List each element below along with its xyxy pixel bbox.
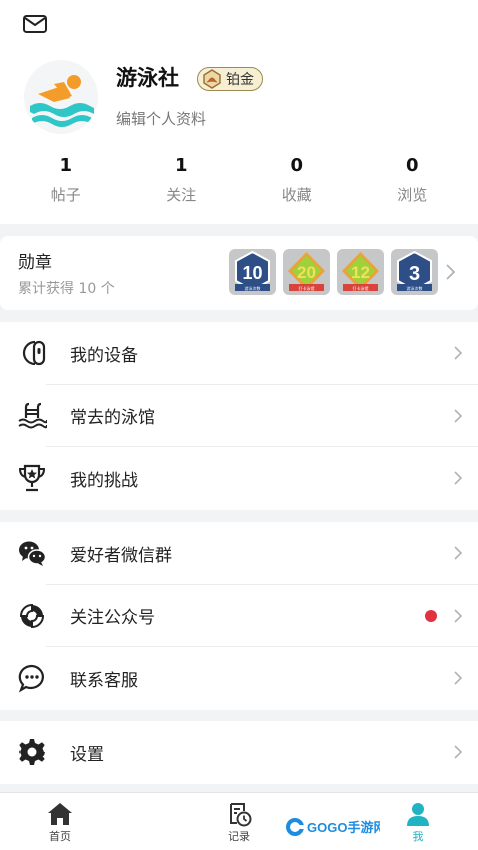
badge-list: 10 游泳次数 20 打卡泳馆 12 打卡泳馆 3 游泳次数: [229, 249, 438, 295]
nav-home[interactable]: 首页: [30, 801, 90, 844]
chevron-right-icon: [454, 346, 463, 360]
official-account-icon: [17, 601, 47, 631]
stat-label: 收藏: [281, 186, 312, 204]
menu-group-devices: 我的设备 常去的泳馆 我的挑战: [0, 322, 478, 510]
chevron-right-icon: [454, 471, 463, 485]
avatar[interactable]: [24, 60, 98, 134]
medal-icon: [203, 69, 221, 89]
badges-card[interactable]: 勋章 累计获得 10 个 10 游泳次数 20 打卡泳馆 12 打卡泳馆 3 游…: [0, 236, 478, 310]
badges-count: 累计获得 10 个: [18, 281, 115, 297]
stat-posts[interactable]: 1 帖子: [8, 152, 124, 205]
badge-swim-count-3[interactable]: 3 游泳次数: [391, 249, 438, 295]
home-icon: [48, 803, 72, 825]
device-icon: [17, 338, 47, 368]
mail-icon[interactable]: [22, 12, 48, 36]
stat-favorites[interactable]: 0 收藏: [239, 152, 355, 205]
badge-value: 12: [351, 263, 370, 282]
nickname: 游泳社: [116, 66, 179, 90]
badge-value: 20: [297, 263, 316, 282]
stat-value: 1: [59, 155, 73, 176]
nav-me[interactable]: 我: [388, 801, 448, 844]
nav-label: 记录: [228, 830, 250, 843]
menu-item-wechat-group[interactable]: 爱好者微信群: [0, 522, 478, 585]
nav-label: 我: [412, 830, 424, 843]
level-label: 铂金: [226, 72, 254, 88]
stat-label: 帖子: [50, 186, 81, 204]
stat-following[interactable]: 1 关注: [124, 152, 240, 205]
menu-item-official-account[interactable]: 关注公众号: [0, 585, 478, 647]
nav-record[interactable]: 记录: [209, 801, 269, 844]
stat-label: 关注: [166, 186, 197, 204]
edit-profile-link[interactable]: 编辑个人资料: [116, 108, 206, 129]
chevron-right-icon: [454, 671, 463, 685]
badge-value: 3: [409, 263, 420, 285]
stat-value: 0: [405, 155, 419, 176]
swimmer-icon: [24, 60, 98, 134]
menu-item-label: 我的设备: [70, 345, 138, 366]
menu-item-label: 关注公众号: [70, 608, 155, 629]
nav-label: 首页: [49, 830, 71, 843]
badge-caption: 游泳次数: [245, 285, 261, 291]
menu-item-customer-service[interactable]: 联系客服: [0, 647, 478, 710]
menu-item-settings[interactable]: 设置: [0, 721, 478, 784]
gear-icon: [17, 737, 47, 767]
menu-item-frequent-pools[interactable]: 常去的泳馆: [0, 385, 478, 447]
menu-item-label: 设置: [70, 744, 104, 765]
stat-label: 浏览: [397, 186, 428, 204]
badge-checkin-20[interactable]: 20 打卡泳馆: [283, 249, 330, 295]
badge-caption: 打卡泳馆: [299, 285, 315, 291]
menu-item-my-challenges[interactable]: 我的挑战: [0, 447, 478, 510]
user-icon: [407, 803, 429, 826]
bottom-nav: 首页 记录 我 GOGO手游网: [0, 792, 478, 850]
chevron-right-icon: [454, 745, 463, 759]
menu-item-label: 爱好者微信群: [70, 545, 172, 566]
menu-item-label: 我的挑战: [70, 470, 138, 491]
badge-swim-count-10[interactable]: 10 游泳次数: [229, 249, 276, 295]
menu-group-community: 爱好者微信群 关注公众号 联系客服: [0, 522, 478, 710]
stat-value: 1: [174, 155, 188, 176]
record-icon: [230, 803, 252, 827]
customer-service-icon: [17, 663, 47, 693]
level-badge[interactable]: 铂金: [197, 67, 263, 91]
pool-icon: [17, 401, 47, 431]
stats-bar: 1 帖子 1 关注 0 收藏 0 浏览: [0, 152, 478, 205]
notification-dot: [425, 609, 437, 622]
badges-title: 勋章: [18, 253, 52, 273]
badge-caption: 打卡泳馆: [353, 285, 369, 291]
chevron-right-icon[interactable]: [444, 263, 456, 281]
menu-group-settings: 设置: [0, 721, 478, 784]
menu-item-label: 联系客服: [70, 670, 138, 691]
chevron-right-icon: [454, 409, 463, 423]
menu-item-my-device[interactable]: 我的设备: [0, 322, 478, 385]
chevron-right-icon: [454, 609, 463, 623]
stat-value: 0: [290, 155, 304, 176]
wechat-icon: [17, 538, 47, 568]
badge-value: 10: [242, 263, 262, 283]
stat-views[interactable]: 0 浏览: [355, 152, 471, 205]
profile-section: 游泳社 铂金 编辑个人资料 1 帖子 1 关注 0 收藏 0 浏览: [0, 0, 478, 224]
badge-caption: 游泳次数: [407, 285, 423, 291]
badge-checkin-12[interactable]: 12 打卡泳馆: [337, 249, 384, 295]
watermark-logo: GOGO手游网: [286, 818, 380, 836]
chevron-right-icon: [454, 546, 463, 560]
svg-text:GOGO手游网: GOGO手游网: [307, 820, 380, 835]
trophy-icon: [17, 463, 47, 493]
menu-item-label: 常去的泳馆: [70, 408, 155, 429]
